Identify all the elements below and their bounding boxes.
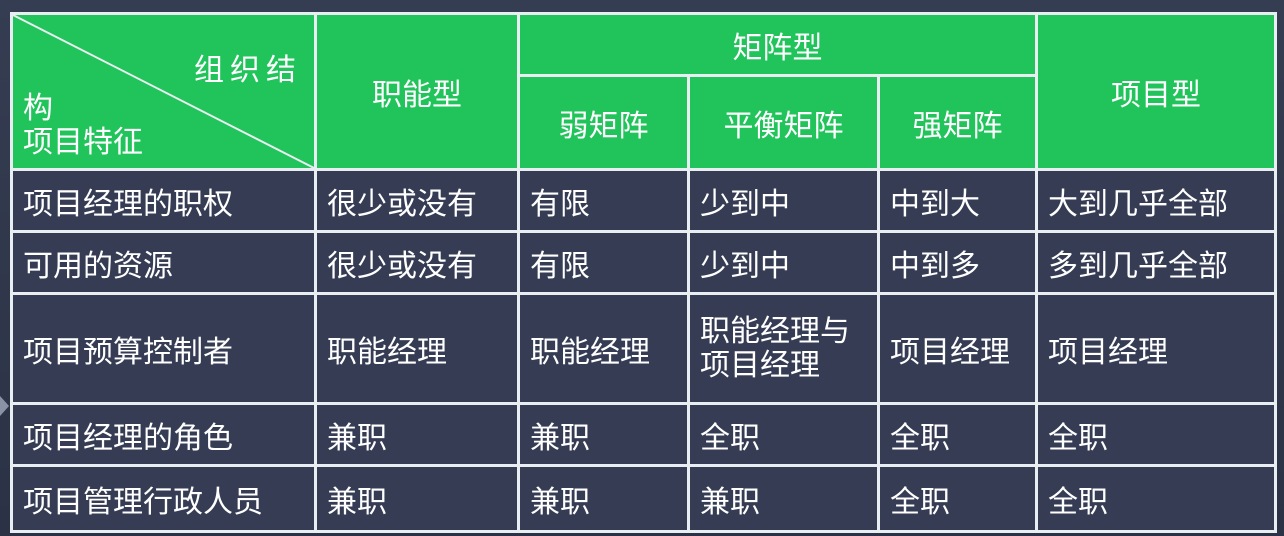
cell-functional: 兼职 [314,402,520,467]
org-structure-comparison-table: 组织结 构 项目特征 职能型 矩阵型 项目型 弱矩阵 平衡矩阵 强矩阵 项目经理… [10,12,1277,533]
cell-weak-matrix: 兼职 [517,402,690,467]
table-row: 可用的资源 很少或没有 有限 少到中 中到多 多到几乎全部 [10,230,1277,295]
row-feature: 项目管理行政人员 [10,464,317,533]
cell-functional: 很少或没有 [314,230,520,295]
cell-balanced-matrix: 少到中 [687,168,880,233]
cell-weak-matrix: 有限 [517,168,690,233]
cell-weak-matrix: 有限 [517,230,690,295]
corner-feature-label: 项目特征 [23,125,143,160]
cell-balanced-matrix: 职能经理与项目经理 [687,292,880,405]
cell-projectized: 大到几乎全部 [1035,168,1277,233]
cell-weak-matrix: 兼职 [517,464,690,533]
table-row: 项目经理的职权 很少或没有 有限 少到中 中到大 大到几乎全部 [10,168,1277,233]
cell-functional: 兼职 [314,464,520,533]
row-feature: 项目预算控制者 [10,292,317,405]
cell-balanced-matrix: 少到中 [687,230,880,295]
cell-projectized: 全职 [1035,464,1277,533]
cell-projectized: 全职 [1035,402,1277,467]
header-balanced-matrix: 平衡矩阵 [687,74,880,171]
cell-functional: 很少或没有 [314,168,520,233]
corner-org-label-top: 组织结 [194,53,302,88]
cell-functional: 职能经理 [314,292,520,405]
cell-strong-matrix: 中到多 [877,230,1038,295]
table-row: 项目经理的角色 兼职 兼职 全职 全职 全职 [10,402,1277,467]
cell-strong-matrix: 全职 [877,402,1038,467]
row-feature: 项目经理的职权 [10,168,317,233]
table-row: 项目管理行政人员 兼职 兼职 兼职 全职 全职 [10,464,1277,533]
cell-balanced-matrix: 兼职 [687,464,880,533]
side-arrow-icon [0,396,9,416]
cell-projectized: 多到几乎全部 [1035,230,1277,295]
cell-projectized: 项目经理 [1035,292,1277,405]
cell-strong-matrix: 项目经理 [877,292,1038,405]
cell-strong-matrix: 中到大 [877,168,1038,233]
row-feature: 项目经理的角色 [10,402,317,467]
cell-balanced-matrix: 全职 [687,402,880,467]
header-strong-matrix: 强矩阵 [877,74,1038,171]
cell-strong-matrix: 全职 [877,464,1038,533]
header-weak-matrix: 弱矩阵 [517,74,690,171]
cell-weak-matrix: 职能经理 [517,292,690,405]
header-functional: 职能型 [314,12,520,171]
table-corner-header: 组织结 构 项目特征 [10,12,317,171]
header-projectized: 项目型 [1035,12,1277,171]
row-feature: 可用的资源 [10,230,317,295]
header-matrix: 矩阵型 [517,12,1038,77]
table-row: 项目预算控制者 职能经理 职能经理 职能经理与项目经理 项目经理 项目经理 [10,292,1277,405]
